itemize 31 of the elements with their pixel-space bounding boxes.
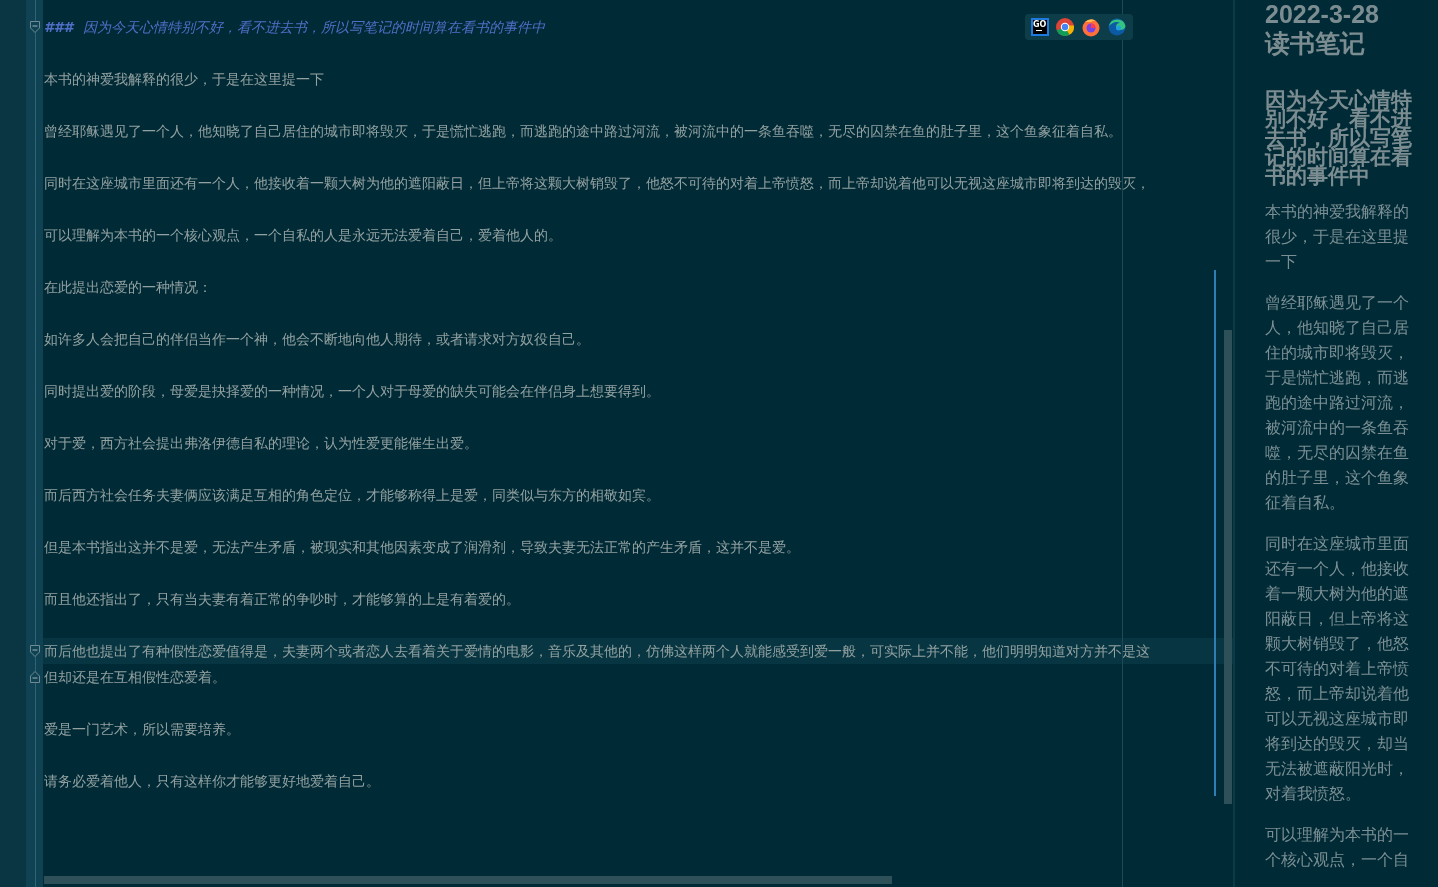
preview-paragraph: 可以理解为本书的一个核心观点，一个自 <box>1265 825 1410 870</box>
preview-paragraph: 本书的神爱我解释的很少，于是在这里提一下 <box>1265 202 1410 272</box>
text-line: 同时提出爱的阶段，母爱是抉择爱的一种情况，一个人对于母爱的缺失可能会在伴侣身上想要得到。 <box>43 382 661 401</box>
preview-paragraph: 同时在这座城市里面还有一个人，他接收着一颗大树为他的遮阳蔽日，但上帝将这颗大树销毁了，他怒不可待的对着上帝愤怒，而上帝却说着他可以无视这座城市即将到达的毁灭，却当无法被遮蔽阳光时，对着我愤怒。 <box>1265 534 1410 804</box>
text-line: 而后西方社会任务夫妻俩应该满足互相的角色定位，才能够称得上是爱，同类似与东方的相敬如宾。 <box>43 486 661 505</box>
fold-icon[interactable] <box>29 645 40 657</box>
text-line: 对于爱，西方社会提出弗洛伊德自私的理论，认为性爱更能催生出爱。 <box>43 434 479 453</box>
text-line: 本书的神爱我解释的很少，于是在这里提一下 <box>43 70 325 89</box>
firefox-icon[interactable] <box>1081 17 1101 37</box>
chrome-icon[interactable] <box>1055 17 1075 37</box>
text-line: 但是本书指出这并不是爱，无法产生矛盾，被现实和其他因素变成了润滑剂，导致夫妻无法正常的产生矛盾，这并不是爱。 <box>43 538 801 557</box>
horizontal-scrollbar-thumb[interactable] <box>44 876 892 884</box>
text-line: 曾经耶稣遇见了一个人，他知晓了自己居住的城市即将毁灭，于是慌忙逃跑，而逃跑的途中路过河流，被河流中的一条鱼吞噬，无尽的囚禁在鱼的肚子里，这个鱼象征着自私。 <box>43 122 1123 141</box>
go-app-icon[interactable]: GO <box>1031 18 1049 36</box>
text-line: 而且他还指出了，只有当夫妻有着正常的争吵时，才能够算的上是有着爱的。 <box>43 590 521 609</box>
text-line: 如许多人会把自己的伴侣当作一个神，他会不断地向他人期待，或者请求对方奴役自己。 <box>43 330 591 349</box>
preview-heading: 因为今天心情特别不好，看不进去书，所以写笔记的时间算在看书的事件中 <box>1265 90 1413 185</box>
preview-paragraph: 曾经耶稣遇见了一个人，他知晓了自己居住的城市即将毁灭，于是慌忙逃跑，而逃跑的途中路过河流，被河流中的一条鱼吞噬，无尽的囚禁在鱼的肚子里，这个鱼象征着自私。 <box>1265 293 1410 513</box>
scrollbar-thumb[interactable] <box>1224 330 1232 804</box>
text-line: 同时在这座城市里面还有一个人，他接收着一颗大树为他的遮阳蔽日，但上帝将这颗大树销毁了，他怒不可待的对着上帝愤怒，而上帝却说着他可以无视这座城市即将到达的毁灭， <box>43 174 1151 193</box>
text-line: 可以理解为本书的一个核心观点，一个自私的人是永远无法爱着自己，爱着他人的。 <box>43 226 563 245</box>
text-line: 在此提出恋爱的一种情况： <box>43 278 213 297</box>
heading-marker: ### <box>44 19 74 35</box>
heading-text: 因为今天心情特别不好，看不进去书，所以写笔记的时间算在看书的事件中 <box>83 19 546 35</box>
text-line: 爱是一门艺术，所以需要培养。 <box>43 720 241 739</box>
text-line: 但却还是在互相假性恋爱着。 <box>43 668 227 687</box>
preview-title: 2022-3-28 读书笔记 <box>1265 0 1380 58</box>
text-line: 请务必爱着他人，只有这样你才能够更好地爱着自己。 <box>43 772 381 791</box>
edge-icon[interactable] <box>1107 17 1127 37</box>
fold-end-icon[interactable] <box>29 671 40 683</box>
fold-icon[interactable] <box>29 21 40 33</box>
